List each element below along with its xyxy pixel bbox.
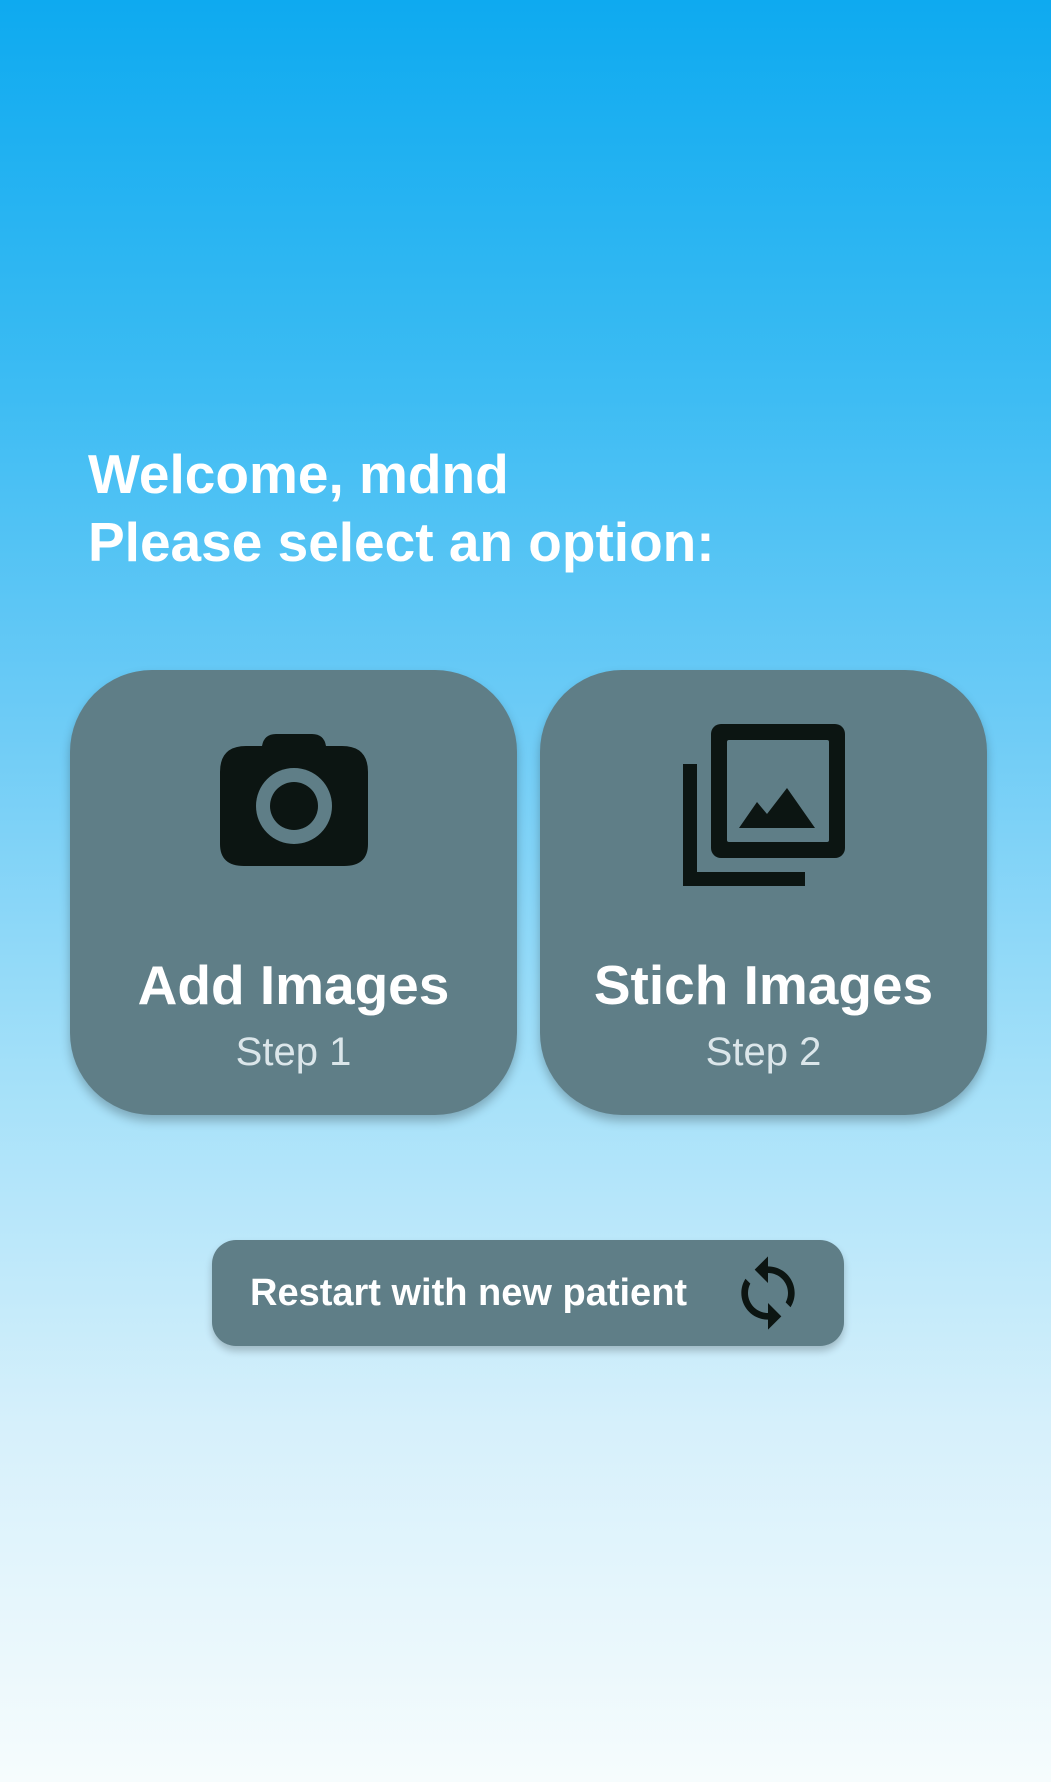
restart-new-patient-button[interactable]: Restart with new patient <box>212 1240 844 1346</box>
add-images-step: Step 1 <box>235 1030 352 1074</box>
photo-library-icon <box>681 722 847 893</box>
add-images-title: Add Images <box>137 954 450 1016</box>
camera-icon <box>218 732 370 873</box>
refresh-icon <box>728 1253 808 1338</box>
add-images-button[interactable]: Add Images Step 1 <box>70 670 517 1115</box>
stitch-images-title: Stich Images <box>593 954 934 1016</box>
restart-label: Restart with new patient <box>250 1272 688 1314</box>
greeting: Welcome, mdnd Please select an option: <box>88 440 715 576</box>
select-option-prompt: Please select an option: <box>88 511 715 573</box>
stitch-images-step: Step 2 <box>705 1030 822 1074</box>
stitch-images-button[interactable]: Stich Images Step 2 <box>540 670 987 1115</box>
welcome-text: Welcome, mdnd <box>88 443 509 505</box>
